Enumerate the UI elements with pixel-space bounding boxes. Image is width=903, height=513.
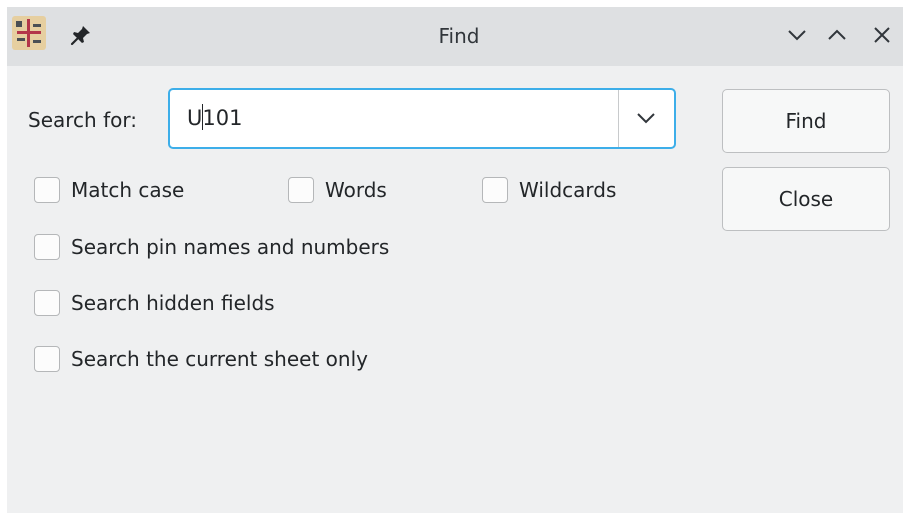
search-for-label: Search for: — [28, 108, 137, 132]
close-button[interactable]: Close — [722, 167, 890, 231]
maximize-chevron-up-icon[interactable] — [826, 24, 848, 46]
search-text-after-caret: 101 — [202, 106, 243, 130]
wildcards-box[interactable] — [482, 177, 508, 203]
search-text-before-caret: U — [187, 106, 203, 130]
search-current-sheet-checkbox[interactable]: Search the current sheet only — [34, 344, 368, 374]
search-pin-names-label: Search pin names and numbers — [71, 235, 390, 259]
match-case-box[interactable] — [34, 177, 60, 203]
search-current-sheet-label: Search the current sheet only — [71, 347, 368, 371]
chevron-down-icon[interactable] — [619, 90, 674, 147]
wildcards-checkbox[interactable]: Wildcards — [482, 175, 616, 205]
dialog-body: Search for: U101 Match case Words Wildca… — [7, 66, 903, 513]
search-hidden-fields-label: Search hidden fields — [71, 291, 275, 315]
find-button[interactable]: Find — [722, 89, 890, 153]
title-bar[interactable]: Find — [7, 7, 903, 66]
words-box[interactable] — [288, 177, 314, 203]
minimize-chevron-down-icon[interactable] — [786, 24, 808, 46]
wildcards-label: Wildcards — [519, 178, 617, 202]
window-title: Find — [438, 24, 480, 48]
search-pin-names-box[interactable] — [34, 234, 60, 260]
search-hidden-fields-box[interactable] — [34, 290, 60, 316]
search-input[interactable]: U101 — [187, 90, 242, 147]
close-x-icon[interactable] — [871, 24, 893, 46]
app-icon[interactable] — [12, 16, 46, 50]
match-case-label: Match case — [71, 178, 185, 202]
pin-icon[interactable] — [69, 23, 93, 47]
search-current-sheet-box[interactable] — [34, 346, 60, 372]
find-dialog: Find Search for: U101 Match case Words W… — [7, 7, 903, 513]
words-label: Words — [325, 178, 387, 202]
search-hidden-fields-checkbox[interactable]: Search hidden fields — [34, 288, 275, 318]
words-checkbox[interactable]: Words — [288, 175, 387, 205]
search-pin-names-checkbox[interactable]: Search pin names and numbers — [34, 232, 389, 262]
search-combobox[interactable]: U101 — [168, 88, 676, 149]
match-case-checkbox[interactable]: Match case — [34, 175, 184, 205]
